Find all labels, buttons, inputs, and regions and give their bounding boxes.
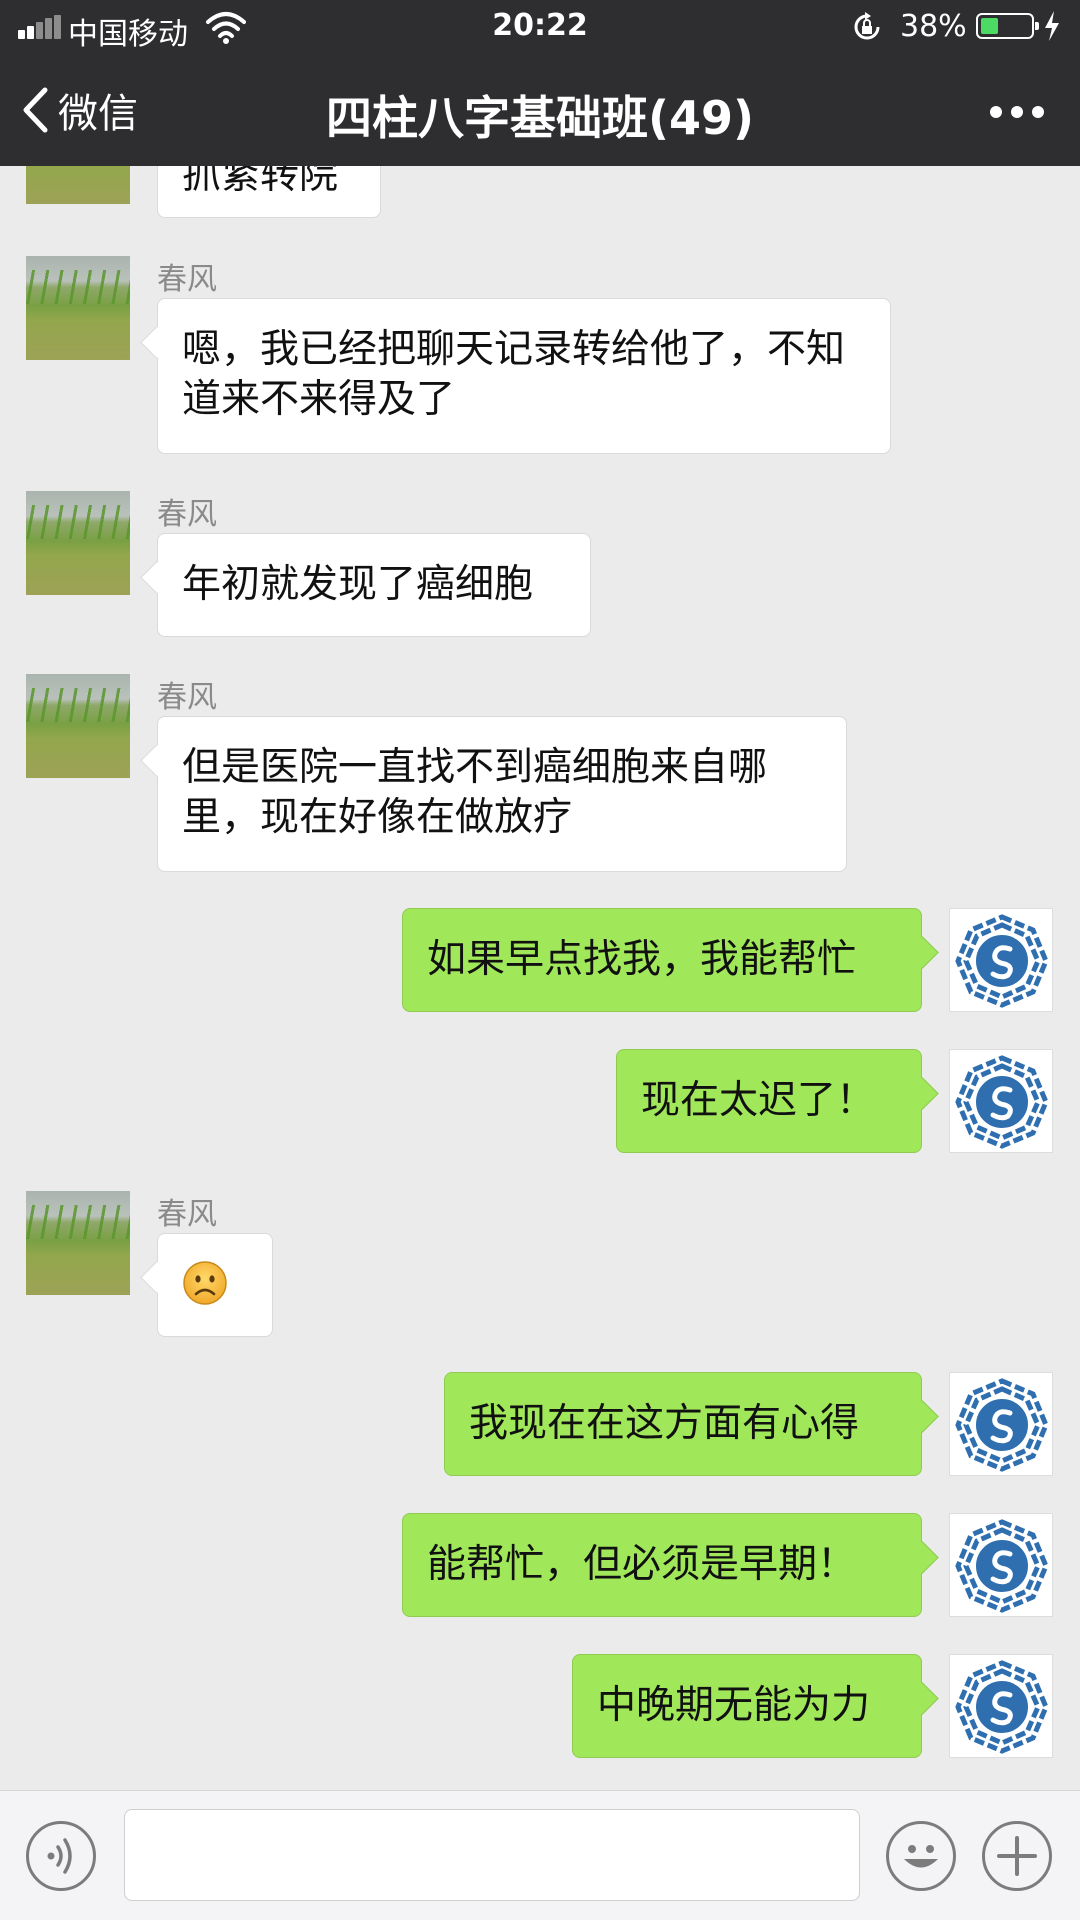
sender-avatar[interactable] <box>26 166 130 204</box>
bagua-logo-icon <box>955 1055 1049 1149</box>
sender-name: 春风 <box>157 680 217 715</box>
plus-icon <box>997 1836 1037 1876</box>
message-text: 嗯，我已经把聊天记录转给他了，不知道来不来得及了 <box>182 327 846 422</box>
sender-avatar[interactable] <box>26 491 130 595</box>
bagua-logo-icon <box>955 914 1049 1008</box>
my-avatar[interactable] <box>949 1049 1053 1153</box>
message-bubble[interactable]: 嗯，我已经把聊天记录转给他了，不知道来不来得及了 <box>157 298 891 454</box>
battery-icon <box>976 13 1039 39</box>
my-avatar[interactable] <box>949 1513 1053 1617</box>
message-text: 如果早点找我，我能帮忙 <box>427 937 857 982</box>
message-bubble[interactable]: 中晚期无能为力 <box>572 1654 922 1758</box>
message-text: 但是医院一直找不到癌细胞来自哪里，现在好像在做放疗 <box>182 745 768 840</box>
top-bar: 中国移动 20:22 38% 微信 四柱八字基础班(49) <box>0 0 1080 166</box>
charging-bolt-icon <box>1045 11 1059 41</box>
sender-avatar[interactable] <box>26 1191 130 1295</box>
my-avatar[interactable] <box>949 1654 1053 1758</box>
sender-name: 春风 <box>157 497 217 532</box>
bagua-logo-icon <box>955 1519 1049 1613</box>
more-options-button[interactable] <box>990 106 1044 118</box>
more-actions-button[interactable] <box>982 1821 1052 1891</box>
message-bubble[interactable]: 但是医院一直找不到癌细胞来自哪里，现在好像在做放疗 <box>157 716 847 872</box>
chat-title: 四柱八字基础班(49) <box>325 91 755 145</box>
more-dot-icon <box>1032 106 1044 118</box>
message-bubble[interactable]: 如果早点找我，我能帮忙 <box>402 908 922 1012</box>
message-text: 年初就发现了癌细胞 <box>182 562 534 607</box>
navigation-bar: 微信 四柱八字基础班(49) <box>0 56 1080 166</box>
my-avatar[interactable] <box>949 908 1053 1012</box>
message-text: 抓紧转院 <box>182 166 339 198</box>
message-text: 我现在在这方面有心得 <box>469 1401 860 1446</box>
bagua-logo-icon <box>955 1660 1049 1754</box>
bagua-logo-icon <box>955 1378 1049 1472</box>
message-bubble[interactable]: 能帮忙，但必须是早期！ <box>402 1513 922 1617</box>
my-avatar[interactable] <box>949 1372 1053 1476</box>
sender-name: 春风 <box>157 262 217 297</box>
message-list[interactable]: 抓紧转院 春风 嗯，我已经把聊天记录转给他了，不知道来不来得及了 春风 年初就发… <box>0 166 1080 1790</box>
more-dot-icon <box>990 106 1002 118</box>
sender-name: 春风 <box>157 1197 217 1232</box>
message-bubble[interactable] <box>157 1233 273 1337</box>
voice-icon <box>47 1838 72 1874</box>
input-bar <box>0 1790 1080 1920</box>
more-dot-icon <box>1011 106 1023 118</box>
message-text: 中晚期无能为力 <box>597 1683 871 1728</box>
sender-avatar[interactable] <box>26 674 130 778</box>
message-text: 能帮忙，但必须是早期！ <box>427 1542 857 1587</box>
battery-percent: 38% <box>900 9 967 44</box>
message-text: 现在太迟了！ <box>641 1078 876 1123</box>
emoji-button[interactable] <box>886 1821 956 1891</box>
rotation-lock-icon <box>854 12 880 40</box>
message-bubble[interactable]: 年初就发现了癌细胞 <box>157 533 591 637</box>
message-bubble[interactable]: 抓紧转院 <box>157 166 381 218</box>
voice-button[interactable] <box>26 1821 96 1891</box>
sender-avatar[interactable] <box>26 256 130 360</box>
message-input[interactable] <box>124 1809 860 1901</box>
message-bubble[interactable]: 我现在在这方面有心得 <box>444 1372 922 1476</box>
status-bar: 中国移动 20:22 38% <box>0 0 1080 56</box>
emoji-icon <box>904 1845 938 1868</box>
frowning-face-icon <box>183 1261 227 1305</box>
battery-level <box>981 18 999 34</box>
message-bubble[interactable]: 现在太迟了！ <box>616 1049 922 1153</box>
